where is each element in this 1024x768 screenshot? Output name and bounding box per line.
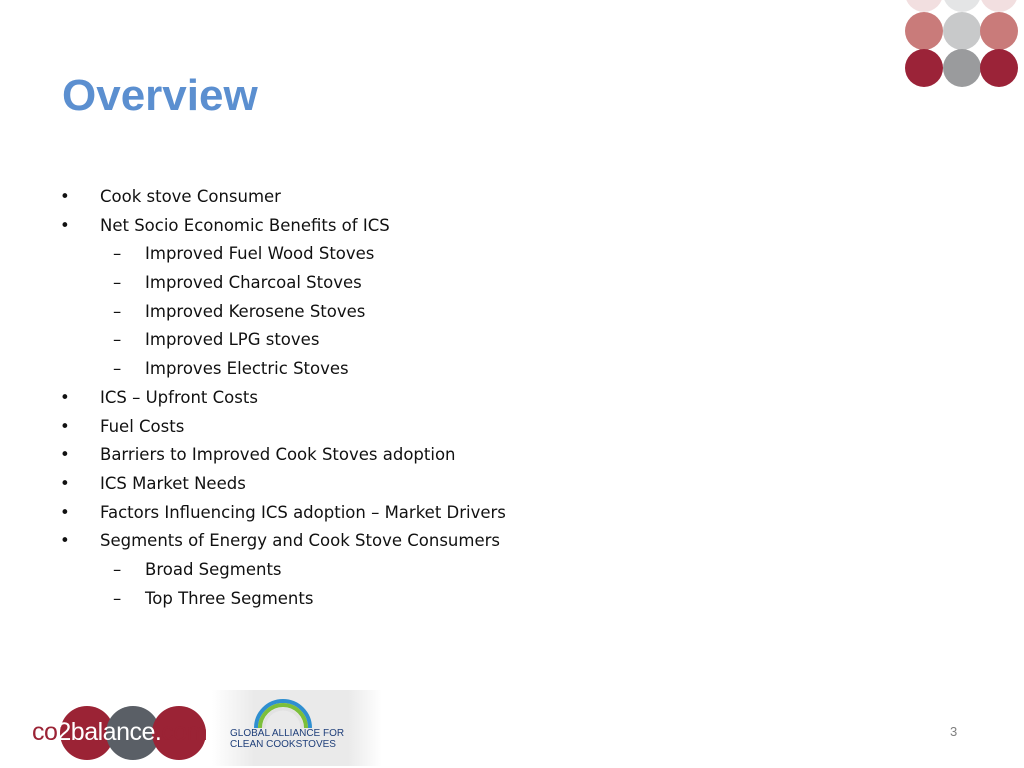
bullet-marker: •: [60, 473, 70, 493]
sub-bullet-item: – Improved Fuel Wood Stoves: [60, 240, 506, 269]
bullet-text: Barriers to Improved Cook Stoves adoptio…: [100, 445, 456, 465]
dash-marker: –: [113, 359, 122, 379]
bullet-marker: •: [60, 416, 70, 436]
bullet-item: • ICS – Upfront Costs: [60, 384, 506, 413]
bullet-item: • Net Socio Economic Benefits of ICS: [60, 212, 506, 241]
bullet-marker: •: [60, 387, 70, 407]
bullet-marker: •: [60, 187, 70, 206]
bullet-text: Improved LPG stoves: [145, 330, 320, 350]
decorative-circle: [980, 11, 1018, 50]
sub-bullet-item: – Improved Charcoal Stoves: [60, 269, 506, 298]
dash-marker: –: [113, 559, 122, 579]
bullet-text: Top Three Segments: [145, 588, 314, 608]
bullet-text: Improved Charcoal Stoves: [145, 273, 362, 293]
co2balance-logo-text: co2balance.com: [32, 718, 208, 746]
bullet-text: Improved Fuel Wood Stoves: [145, 244, 375, 264]
bullet-item: • Fuel Costs: [60, 413, 506, 442]
dash-marker: –: [113, 588, 122, 608]
bullet-text: Improved Kerosene Stoves: [145, 301, 366, 321]
decorative-circle: [942, 49, 981, 87]
bullet-marker: •: [60, 445, 70, 465]
bullet-marker: •: [60, 502, 70, 522]
decorative-circles: [905, 0, 1024, 100]
bullet-text: Factors Influencing ICS adoption – Marke…: [100, 502, 506, 522]
slide-number: 3: [950, 724, 958, 739]
bullet-text: Broad Segments: [145, 559, 282, 579]
dash-marker: –: [113, 244, 122, 264]
bullet-text: ICS – Upfront Costs: [100, 387, 258, 407]
bullet-item: • Cook stove Consumer: [60, 183, 506, 212]
bullet-text: Improves Electric Stoves: [145, 359, 349, 379]
decorative-circle: [905, 11, 943, 50]
bullet-item: • Factors Influencing ICS adoption – Mark…: [60, 499, 506, 528]
co2balance-logo: co2balance.com: [30, 706, 230, 762]
bullet-item: • Barriers to Improved Cook Stoves adopti…: [60, 441, 506, 470]
decorative-circle: [942, 11, 981, 50]
decorative-circle: [905, 49, 943, 87]
decorative-circle: [980, 49, 1018, 87]
bullet-text: ICS Market Needs: [100, 473, 246, 493]
bullet-item: • ICS Market Needs: [60, 470, 506, 499]
bullet-text: Segments of Energy and Cook Stove Consum…: [100, 531, 500, 551]
sub-bullet-item: – Top Three Segments: [60, 585, 506, 614]
clean-cookstoves-logo-text: GLOBAL ALLIANCE FOR CLEAN COOKSTOVES: [230, 728, 345, 750]
dash-marker: –: [113, 301, 122, 321]
sub-bullet-item: – Broad Segments: [60, 556, 506, 585]
sub-bullet-item: – Improved LPG stoves: [60, 326, 506, 355]
dash-marker: –: [113, 330, 122, 350]
sub-bullet-item: – Improved Kerosene Stoves: [60, 298, 506, 327]
bullet-item: • Segments of Energy and Cook Stove Consu…: [60, 527, 506, 556]
slide-title: Overview: [62, 71, 258, 120]
bullet-text: Fuel Costs: [100, 416, 185, 436]
sub-bullet-item: – Improves Electric Stoves: [60, 355, 506, 384]
bullet-marker: •: [60, 531, 70, 551]
decorative-circle: [942, 0, 981, 12]
bullet-text: Cook stove Consumer: [100, 187, 281, 206]
clean-cookstoves-logo: GLOBAL ALLIANCE FOR CLEAN COOKSTOVES: [212, 690, 382, 766]
dash-marker: –: [113, 273, 122, 293]
decorative-circle: [980, 0, 1018, 12]
bullet-text: Net Socio Economic Benefits of ICS: [100, 215, 390, 235]
decorative-circle: [905, 0, 943, 12]
bullet-marker: •: [60, 215, 70, 235]
overview-bullet-list: • Cook stove Consumer • Net Socio Economic …: [60, 183, 506, 613]
footer-logos: co2balance.com GLOBAL ALLIANCE FOR CLEAN…: [30, 690, 390, 768]
